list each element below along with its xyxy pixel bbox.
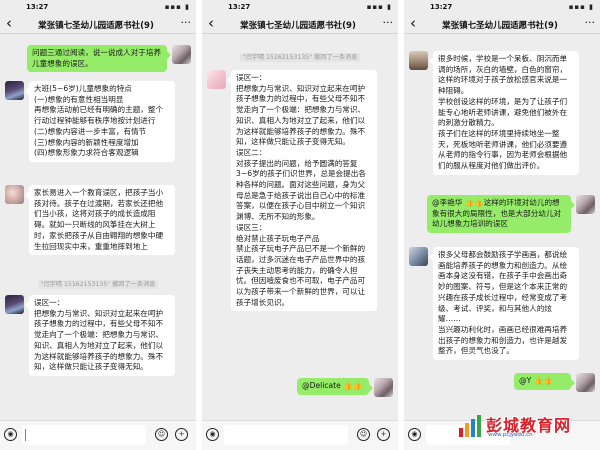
plus-icon[interactable]: + [377,428,390,441]
chat-title: 棠张镇七圣幼儿园适愿书社(9) [38,21,154,31]
input-bar: ◉ ☺ + [202,420,398,450]
avatar[interactable] [576,373,595,392]
voice-icon[interactable]: ◉ [408,428,421,441]
message-bubble[interactable]: 误区一： 把想象力与常识、知识对立起来在呵护孩子想象力的过程中，有些父母不知不觉… [25,295,175,376]
message-bubble[interactable]: @Y 👍👍 [514,373,575,390]
watermark-url: www.pcjyedu.cn [488,432,533,438]
plus-icon[interactable]: + [175,428,188,441]
signal-icon: ▪▪▪ ▮ [164,3,190,11]
message-bubble[interactable]: 问题三通过阅读，说一说成人对于培养儿童想象的误区。 [27,45,171,73]
message-bubble[interactable]: 误区一： 把想象力与常识、知识对立起来在呵护孩子想象力的过程中，有些父母不知不觉… [227,70,377,312]
message-input[interactable] [22,425,146,445]
site-watermark: 彭城教育网 www.pcjyedu.cn [458,412,596,442]
avatar[interactable] [5,81,24,100]
avatar[interactable] [409,51,428,70]
status-time: 13:27 [430,3,453,11]
avatar[interactable] [207,70,226,89]
message-input[interactable] [224,425,348,445]
emoji-icon[interactable]: ☺ [155,428,168,441]
status-time: 13:27 [228,3,251,11]
status-bar: 13:27 ▪▪▪ ▮ [202,0,398,14]
more-icon[interactable]: ··· [181,16,192,29]
watermark-logo-icon [459,415,481,437]
chat-panel-1: 13:27 ▪▪▪ ▮ ‹ 棠张镇七圣幼儿园适愿书社(9) ··· 问题三通过阅… [0,0,196,450]
message-list[interactable]: 问题三通过阅读，说一说成人对于培养儿童想象的误区。 大班(5~6岁)儿童想象的特… [0,35,196,420]
chat-title: 棠张镇七圣幼儿园适愿书社(9) [240,21,356,31]
recall-notice: "闫宇晴 15162153135" 撤回了一条消息 [0,279,196,289]
voice-icon[interactable]: ◉ [4,428,17,441]
chat-title: 棠张镇七圣幼儿园适愿书社(9) [442,21,558,31]
screenshot-collage: 13:27 ▪▪▪ ▮ ‹ 棠张镇七圣幼儿园适愿书社(9) ··· 问题三通过阅… [0,0,600,450]
status-time: 13:27 [26,3,49,11]
avatar[interactable] [576,195,595,214]
chat-header: ‹ 棠张镇七圣幼儿园适愿书社(9) ··· [202,14,398,34]
chat-panel-3: 13:27 ▪▪▪ ▮ ‹ 棠张镇七圣幼儿园适愿书社(9) ··· 很多时候，学… [404,0,600,450]
more-icon[interactable]: ··· [383,16,394,29]
more-icon[interactable]: ··· [585,16,596,29]
chat-header: ‹ 棠张镇七圣幼儿园适愿书社(9) ··· [0,14,196,34]
avatar[interactable] [172,45,191,64]
message-list[interactable]: 很多时候，学校是一个呆板、阴沉而单调的场所，灰白的墙壁，白色的窗帘，这样的环境对… [404,35,600,420]
message-bubble[interactable]: 很多时候，学校是一个呆板、阴沉而单调的场所，灰白的墙壁，白色的窗帘，这样的环境对… [429,51,579,175]
message-bubble[interactable]: 大班(5~6岁)儿童想象的特点 (一)想象的有意性相当明显 再想象活动前已经有明… [25,81,175,162]
message-bubble[interactable]: 很多父母都会鼓励孩子学画画，都说绘画能培养孩子的想象力和创造力。从绘画本身这没有… [429,247,579,361]
message-bubble[interactable]: @Delicate 👍👍 [297,378,373,395]
message-list[interactable]: "闫宇晴 15162153135" 撤回了一条消息 误区一： 把想象力与常识、知… [202,35,398,420]
recall-notice: "闫宇晴 15162153135" 撤回了一条消息 [202,52,398,62]
avatar[interactable] [409,247,428,266]
chat-panel-2: 13:27 ▪▪▪ ▮ ‹ 棠张镇七圣幼儿园适愿书社(9) ··· "闫宇晴 1… [202,0,398,450]
status-bar: 13:27 ▪▪▪ ▮ [404,0,600,14]
back-icon[interactable]: ‹ [208,15,214,31]
back-icon[interactable]: ‹ [410,15,416,31]
message-bubble[interactable]: 家长易进入一个教育误区，把孩子当小孩对待。孩子在过渡期，若家长还把他们当小孩，这… [25,185,175,256]
input-bar: ◉ ☺ + [0,420,196,450]
back-icon[interactable]: ‹ [6,15,12,31]
status-bar: 13:27 ▪▪▪ ▮ [0,0,196,14]
signal-icon: ▪▪▪ ▮ [366,3,392,11]
avatar[interactable] [5,185,24,204]
voice-icon[interactable]: ◉ [206,428,219,441]
avatar[interactable] [5,295,24,314]
avatar[interactable] [374,378,393,397]
signal-icon: ▪▪▪ ▮ [568,3,594,11]
message-bubble[interactable]: @李艳华 👍👍这样的环境对幼儿的想象有很大的局限性，也是大部分幼儿对幼儿想象力培… [427,195,575,234]
chat-header: ‹ 棠张镇七圣幼儿园适愿书社(9) ··· [404,14,600,34]
emoji-icon[interactable]: ☺ [357,428,370,441]
